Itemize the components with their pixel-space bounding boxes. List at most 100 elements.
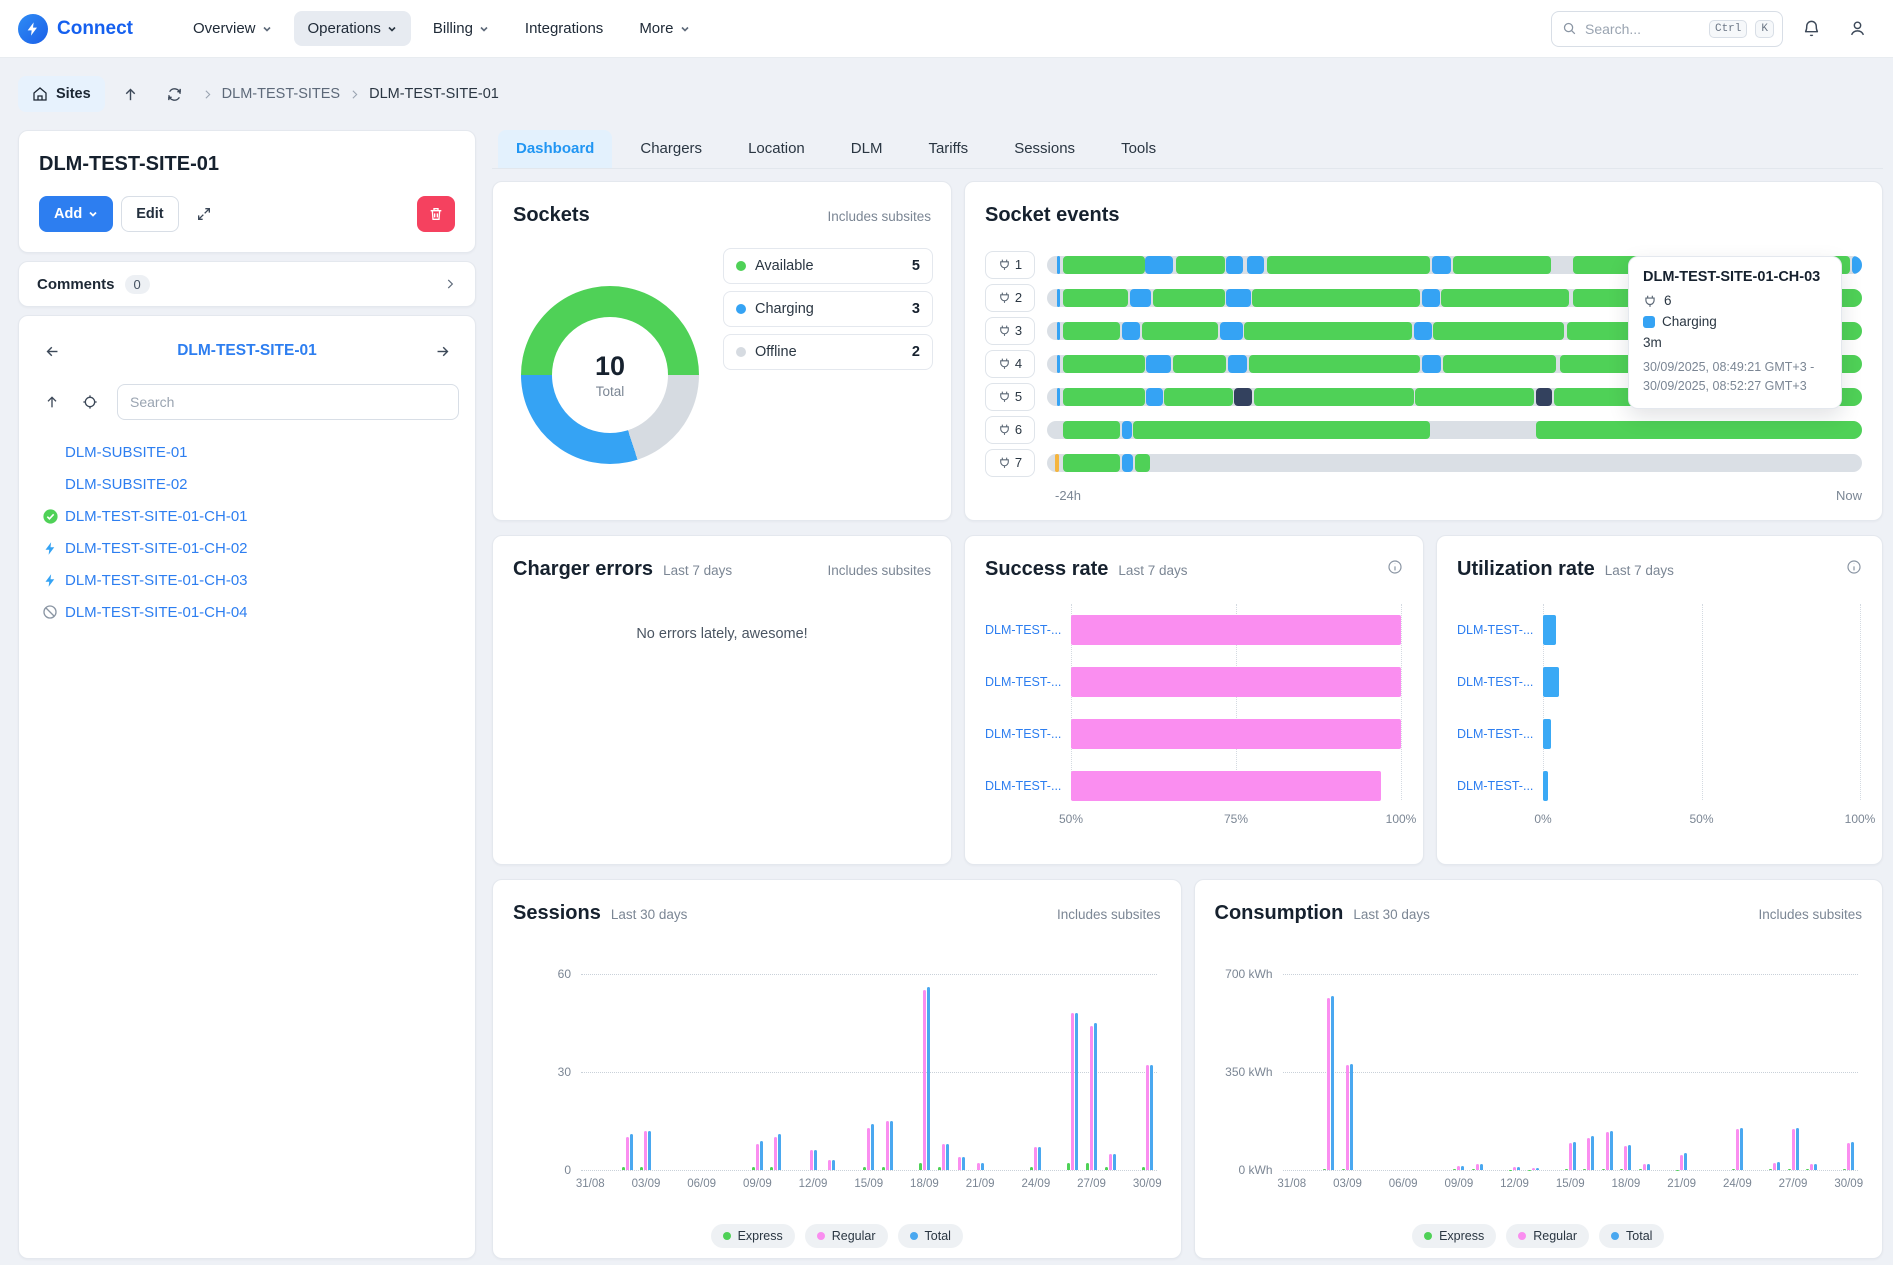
search-icon [1562,21,1577,36]
legend-row-charging[interactable]: Charging 3 [723,291,933,327]
chevron-down-icon [88,209,98,219]
tab-tools[interactable]: Tools [1103,130,1174,168]
info-icon[interactable] [1846,559,1862,575]
tree-item-label: DLM-TEST-SITE-01-CH-04 [65,604,248,621]
day-bar-group [804,974,823,1170]
info-icon[interactable] [1387,559,1403,575]
add-button[interactable]: Add [39,196,113,232]
day-bar-group [785,974,804,1170]
socket-label-pill[interactable]: 7 [985,449,1035,477]
chevron-down-icon [479,24,489,34]
timeline-segment [1063,256,1145,274]
legend-chip-express[interactable]: Express [711,1224,795,1248]
tree-current-site-link[interactable]: DLM-TEST-SITE-01 [69,342,425,360]
sites-root-button[interactable]: Sites [18,76,105,112]
socket-events-axis: -24h Now [1055,488,1862,503]
timeline-segment [1122,454,1133,472]
tree-item-ch-02[interactable]: DLM-TEST-SITE-01-CH-02 [35,532,459,564]
nav-item-operations[interactable]: Operations [294,11,411,46]
utilization-rate-chart[interactable]: DLM-TEST-... DLM-TEST-... DLM-TEST-... D… [1457,598,1860,834]
tree-up-level-button[interactable] [35,385,69,419]
tree-item-ch-03[interactable]: DLM-TEST-SITE-01-CH-03 [35,564,459,596]
legend-row-available[interactable]: Available 5 [723,248,933,284]
tree-locate-button[interactable] [73,385,107,419]
legend-chip-regular[interactable]: Regular [1506,1224,1589,1248]
breadcrumb-item-parent[interactable]: DLM-TEST-SITES [222,86,340,102]
row-label[interactable]: DLM-TEST-... [985,675,1063,689]
day-bar-group [711,974,730,1170]
tab-dashboard[interactable]: Dashboard [498,130,612,168]
tab-sessions[interactable]: Sessions [996,130,1093,168]
axis-start-label: -24h [1055,488,1081,503]
consumption-chart[interactable]: 700 kWh 350 kWh 0 kWh 31/0803/0906/0909/… [1215,974,1859,1170]
tab-tariffs[interactable]: Tariffs [910,130,986,168]
tree-item-ch-01[interactable]: DLM-TEST-SITE-01-CH-01 [35,500,459,532]
day-bar-group [1598,974,1617,1170]
timeline-segment [1249,355,1420,373]
day-bar-group [1561,974,1580,1170]
tab-dlm[interactable]: DLM [833,130,901,168]
series-dot [817,1232,825,1240]
bar-total [1796,1128,1799,1170]
legend-chip-total[interactable]: Total [898,1224,963,1248]
row-label[interactable]: DLM-TEST-... [1457,727,1535,741]
nav-item-overview[interactable]: Overview [179,11,286,46]
navigate-up-button[interactable] [113,76,149,112]
row-label[interactable]: DLM-TEST-... [1457,623,1535,637]
delete-button[interactable] [417,196,455,232]
expand-icon [196,206,212,222]
nav-item-integrations[interactable]: Integrations [511,11,617,46]
row-label[interactable]: DLM-TEST-... [985,623,1063,637]
global-search[interactable]: Ctrl K [1551,11,1783,47]
search-input[interactable] [1585,21,1701,37]
socket-label-pill[interactable]: 4 [985,350,1035,378]
day-bar-group [1784,974,1803,1170]
socket-label-pill[interactable]: 5 [985,383,1035,411]
nav-item-billing[interactable]: Billing [419,11,503,46]
x-tick-label: 03/09 [632,1178,661,1190]
socket-timeline-track[interactable] [1047,454,1862,472]
tree-item-subsite-01[interactable]: DLM-SUBSITE-01 [35,436,459,468]
notifications-button[interactable] [1793,11,1829,47]
legend-chip-regular[interactable]: Regular [805,1224,888,1248]
timeline-segment [1422,355,1442,373]
tab-location[interactable]: Location [730,130,823,168]
comments-row[interactable]: Comments 0 [18,261,476,307]
tree-next-button[interactable] [425,334,459,368]
legend-chip-express[interactable]: Express [1412,1224,1496,1248]
sockets-donut[interactable]: 10 Total [521,286,699,464]
legend-chip-total[interactable]: Total [1599,1224,1664,1248]
charging-bolt-icon [35,541,65,556]
socket-timeline-track[interactable] [1047,421,1862,439]
timeline-segment [1414,322,1432,340]
bar-total [630,1134,633,1170]
series-label: Total [1626,1229,1652,1243]
bar-total [1075,1013,1078,1170]
edit-button[interactable]: Edit [121,196,178,232]
socket-label-pill[interactable]: 1 [985,251,1035,279]
refresh-button[interactable] [157,76,193,112]
chevron-down-icon [387,24,397,34]
timeline-segment [1441,289,1568,307]
expand-button[interactable] [187,197,221,231]
row-label[interactable]: DLM-TEST-... [1457,675,1535,689]
series-label: Regular [1533,1229,1577,1243]
tree-item-subsite-02[interactable]: DLM-SUBSITE-02 [35,468,459,500]
user-menu-button[interactable] [1839,11,1875,47]
brand[interactable]: Connect [18,14,133,44]
row-label[interactable]: DLM-TEST-... [985,727,1063,741]
nav-item-more[interactable]: More [625,11,703,46]
socket-label-pill[interactable]: 3 [985,317,1035,345]
arrow-up-icon [44,394,60,410]
tree-item-ch-04[interactable]: DLM-TEST-SITE-01-CH-04 [35,596,459,628]
socket-label-pill[interactable]: 2 [985,284,1035,312]
row-label[interactable]: DLM-TEST-... [1457,779,1535,793]
tree-search-input[interactable] [117,384,459,420]
legend-row-offline[interactable]: Offline 2 [723,334,933,370]
tab-chargers[interactable]: Chargers [622,130,720,168]
socket-label-pill[interactable]: 6 [985,416,1035,444]
success-rate-chart[interactable]: DLM-TEST-... DLM-TEST-... DLM-TEST-... D… [985,598,1401,834]
tree-prev-button[interactable] [35,334,69,368]
sessions-chart[interactable]: 60 30 0 31/0803/0906/0909/0912/0915/0918… [513,974,1157,1170]
row-label[interactable]: DLM-TEST-... [985,779,1063,793]
